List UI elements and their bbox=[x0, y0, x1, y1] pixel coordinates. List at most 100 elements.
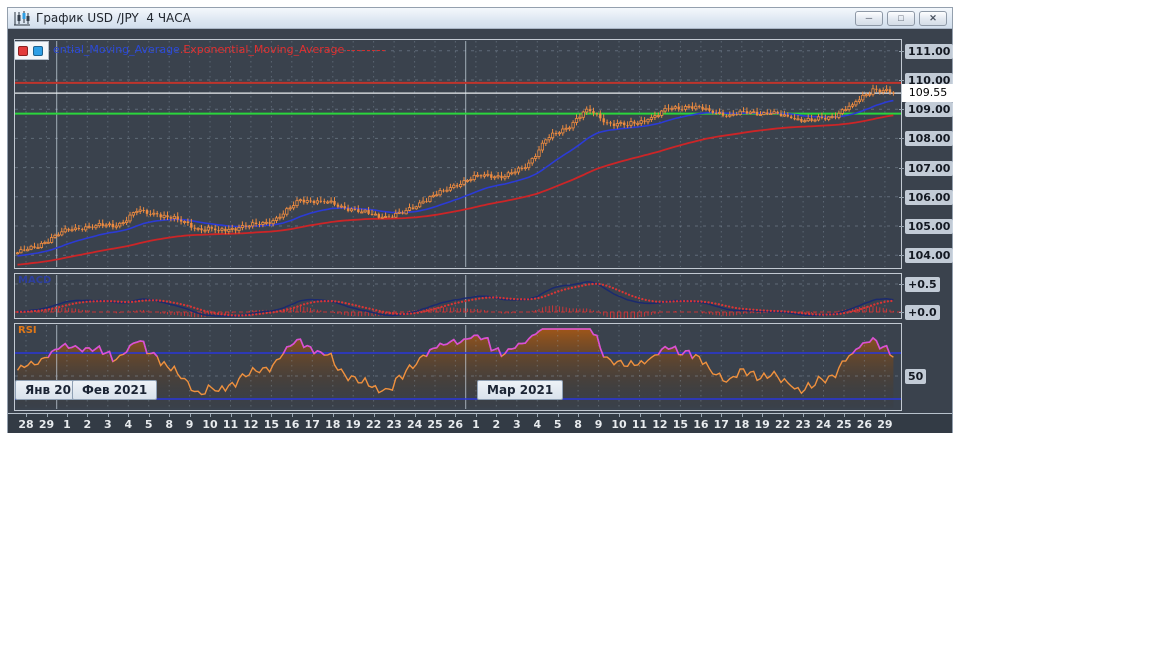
date-tick bbox=[619, 414, 620, 417]
date-tick bbox=[537, 414, 539, 417]
date-tick bbox=[107, 414, 109, 417]
date-label: 15 bbox=[263, 418, 280, 431]
date-label: 28 bbox=[18, 418, 34, 431]
date-tick bbox=[782, 414, 784, 417]
indicator-legend: ential_Moving_Average.Exponential_Moving… bbox=[53, 43, 386, 56]
price-axis-label: 109.00 bbox=[905, 102, 954, 117]
window-titlebar[interactable]: График USD /JPY 4 ЧАСА ─ □ ✕ bbox=[8, 8, 952, 29]
date-tick bbox=[128, 414, 130, 417]
date-label: 9 bbox=[185, 418, 194, 431]
macd-label: MACD bbox=[18, 275, 52, 286]
date-tick bbox=[169, 414, 171, 417]
date-tick bbox=[475, 414, 477, 417]
date-tick bbox=[353, 414, 355, 417]
ema-slow-swatch[interactable] bbox=[18, 46, 28, 56]
date-tick bbox=[844, 414, 845, 417]
date-label: 3 bbox=[103, 418, 112, 431]
date-tick bbox=[680, 414, 682, 417]
date-label: 12 bbox=[652, 418, 668, 431]
date-label: 25 bbox=[836, 418, 852, 431]
minimize-button[interactable]: ─ bbox=[855, 10, 883, 26]
date-tick bbox=[66, 414, 68, 417]
date-label: 2 bbox=[492, 418, 501, 431]
price-axis-tick bbox=[899, 197, 904, 198]
date-label: 18 bbox=[325, 418, 341, 431]
date-label: 26 bbox=[447, 418, 464, 431]
date-label: 17 bbox=[304, 418, 320, 431]
ema-slow-label: Exponential_Moving_Average bbox=[183, 43, 345, 56]
date-tick bbox=[271, 414, 273, 417]
price-axis-tick bbox=[899, 226, 904, 227]
date-tick bbox=[87, 414, 89, 417]
date-label: 16 bbox=[284, 418, 300, 431]
date-label: 5 bbox=[553, 418, 562, 431]
date-label: 16 bbox=[693, 418, 709, 431]
macd-axis-label: +0.0 bbox=[905, 305, 940, 320]
date-tick bbox=[46, 414, 48, 417]
date-label: 19 bbox=[754, 418, 770, 431]
date-tick bbox=[230, 414, 232, 417]
macd-axis-label: +0.5 bbox=[905, 277, 940, 292]
rsi-label: RSI bbox=[18, 325, 37, 336]
macd-axis-tick bbox=[899, 312, 904, 313]
price-axis-label: 111.00 bbox=[905, 44, 954, 59]
date-tick bbox=[26, 414, 27, 417]
current-price-callout: 109.55 bbox=[902, 84, 954, 102]
date-tick bbox=[312, 414, 314, 417]
date-label: 2 bbox=[83, 418, 92, 431]
date-label: 29 bbox=[38, 418, 55, 431]
maximize-button[interactable]: □ bbox=[887, 10, 915, 26]
price-axis-label: 106.00 bbox=[905, 190, 954, 205]
date-label: 26 bbox=[856, 418, 873, 431]
date-label: 22 bbox=[774, 418, 791, 431]
date-tick bbox=[823, 414, 825, 417]
date-tick bbox=[700, 414, 702, 417]
macd-chart-svg[interactable] bbox=[15, 274, 901, 318]
date-label: 4 bbox=[124, 418, 133, 431]
macd-panel[interactable]: MACD bbox=[14, 273, 902, 319]
date-tick bbox=[373, 414, 375, 417]
date-label: 1 bbox=[63, 418, 71, 431]
date-label: 8 bbox=[165, 418, 174, 431]
date-label: 1 bbox=[472, 418, 480, 431]
date-label: 10 bbox=[202, 418, 218, 431]
price-axis-tick bbox=[899, 168, 904, 169]
date-tick bbox=[496, 414, 498, 417]
date-tick bbox=[332, 414, 334, 417]
desktop-background: График USD /JPY 4 ЧАСА ─ □ ✕ ential_Movi… bbox=[0, 0, 1152, 648]
price-axis-tick bbox=[899, 255, 904, 256]
date-label: 3 bbox=[512, 418, 521, 431]
date-axis: 28 29 1 2 3 4 5 8 9 10 11 12 15 16 17 18 19 22 23 24 25 26 1 2 3… bbox=[8, 413, 952, 433]
date-tick bbox=[884, 414, 886, 417]
legend-dashes bbox=[347, 49, 386, 51]
date-tick bbox=[578, 414, 580, 417]
rsi-panel[interactable]: RSI Янв 2021 Фев 2021 Мар 2021 bbox=[14, 323, 902, 411]
date-label: 25 bbox=[427, 418, 443, 431]
date-label: 11 bbox=[631, 418, 648, 431]
ema-fast-label: ential_Moving_Average bbox=[53, 43, 180, 56]
date-label: 9 bbox=[594, 418, 603, 431]
price-panel[interactable]: ential_Moving_Average.Exponential_Moving… bbox=[14, 39, 902, 269]
date-tick bbox=[659, 414, 661, 417]
date-label: 10 bbox=[611, 418, 627, 431]
date-label: 24 bbox=[815, 418, 832, 431]
ema-fast-swatch[interactable] bbox=[33, 46, 43, 56]
close-button[interactable]: ✕ bbox=[919, 10, 947, 26]
date-tick bbox=[762, 414, 764, 417]
date-label: 23 bbox=[795, 418, 811, 431]
rsi-axis-label: 50 bbox=[905, 369, 927, 384]
date-tick bbox=[291, 414, 293, 417]
macd-axis-tick bbox=[899, 284, 904, 285]
date-tick bbox=[189, 414, 191, 417]
date-tick bbox=[598, 414, 600, 417]
date-tick bbox=[864, 414, 866, 417]
price-chart-svg[interactable] bbox=[15, 40, 901, 268]
date-label: 5 bbox=[144, 418, 153, 431]
date-tick bbox=[639, 414, 641, 417]
chart-body: ential_Moving_Average.Exponential_Moving… bbox=[8, 29, 954, 433]
window-controls: ─ □ ✕ bbox=[855, 10, 947, 26]
price-axis-tick bbox=[899, 109, 904, 110]
date-tick bbox=[516, 414, 518, 417]
date-tick bbox=[435, 414, 436, 417]
date-label: 29 bbox=[877, 418, 893, 431]
